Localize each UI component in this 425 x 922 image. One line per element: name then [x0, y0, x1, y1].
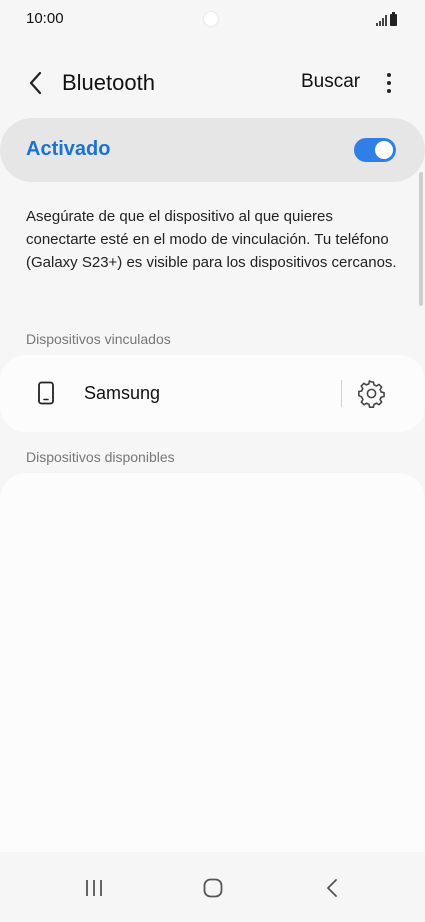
- front-camera: [203, 11, 219, 27]
- bluetooth-status-label: Activado: [26, 138, 111, 160]
- switch-knob: [375, 141, 393, 159]
- scrollbar[interactable]: [419, 172, 423, 306]
- search-button[interactable]: Buscar: [301, 71, 360, 93]
- recents-button[interactable]: [74, 874, 114, 902]
- bluetooth-switch[interactable]: [354, 138, 396, 162]
- available-devices-list: [0, 473, 425, 853]
- more-vert-icon: [387, 73, 391, 77]
- back-button[interactable]: [22, 68, 50, 98]
- bluetooth-toggle-row[interactable]: Activado: [0, 118, 425, 182]
- navigation-bar: [0, 852, 425, 922]
- home-icon: [203, 878, 223, 898]
- status-bar: 10:00: [0, 0, 425, 40]
- gear-icon[interactable]: [357, 379, 386, 408]
- app-bar: Bluetooth Buscar: [0, 60, 425, 106]
- divider: [341, 380, 342, 407]
- more-options-button[interactable]: [378, 69, 400, 97]
- paired-devices-header: Dispositivos vinculados: [26, 331, 171, 347]
- paired-device-item[interactable]: Samsung: [0, 355, 425, 432]
- back-icon: [327, 879, 337, 897]
- available-devices-header: Dispositivos disponibles: [26, 449, 175, 465]
- status-time: 10:00: [26, 10, 64, 27]
- pairing-description: Asegúrate de que el dispositivo al que q…: [26, 208, 397, 271]
- recents-icon: [86, 880, 102, 896]
- chevron-left-icon: [29, 71, 42, 95]
- battery-icon: [390, 12, 397, 26]
- page-title: Bluetooth: [62, 70, 155, 95]
- signal-icon: [376, 14, 387, 26]
- status-icons: [376, 12, 397, 26]
- device-name: Samsung: [84, 383, 161, 403]
- nav-back-button[interactable]: [312, 874, 352, 902]
- home-button[interactable]: [193, 874, 233, 902]
- smartphone-icon: [38, 381, 54, 405]
